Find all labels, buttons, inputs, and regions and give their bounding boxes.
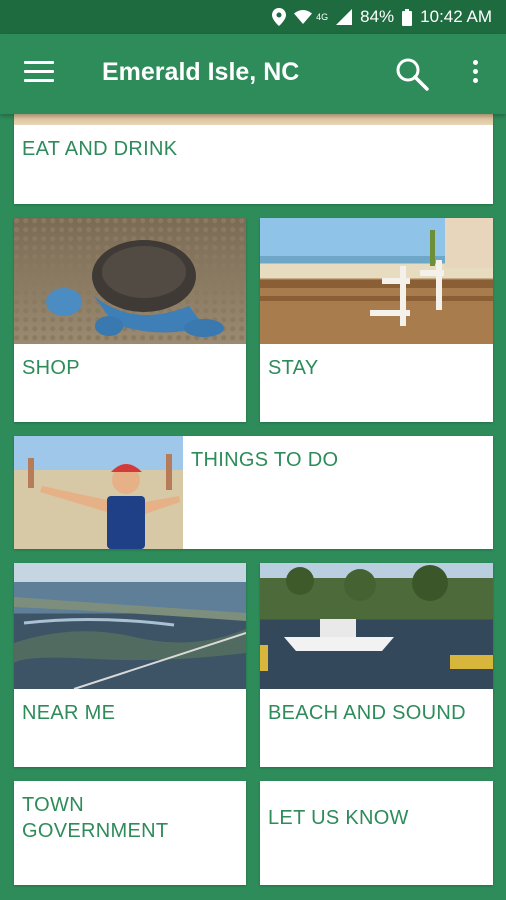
beach-deck-chairs-icon bbox=[260, 218, 493, 326]
tile-label: SHOP bbox=[22, 357, 80, 379]
tile-label: STAY bbox=[268, 357, 319, 379]
tile-image bbox=[14, 218, 246, 344]
tile-shop[interactable]: SHOP bbox=[14, 218, 246, 422]
tile-image bbox=[260, 563, 493, 689]
tile-label: BEACH AND SOUND bbox=[268, 702, 466, 724]
battery-icon bbox=[402, 8, 413, 26]
tile-stay[interactable]: STAY bbox=[260, 218, 493, 422]
tile-things-to-do[interactable]: THINGS TO DO bbox=[14, 436, 493, 549]
clock: 10:42 AM bbox=[420, 7, 492, 26]
search-icon[interactable] bbox=[394, 56, 430, 92]
status-bar: 4G 84% 10:42 AM bbox=[0, 0, 506, 34]
tile-town-government[interactable]: TOWN GOVERNMENT bbox=[14, 781, 246, 885]
menu-icon[interactable] bbox=[24, 61, 54, 85]
tile-near-me[interactable]: NEAR ME bbox=[14, 563, 246, 767]
app-bar: Emerald Isle, NC bbox=[0, 34, 506, 114]
tile-beach-and-sound[interactable]: BEACH AND SOUND bbox=[260, 563, 493, 767]
tile-label: LET US KNOW bbox=[268, 807, 409, 829]
wifi-icon bbox=[294, 10, 313, 24]
tile-label: EAT AND DRINK bbox=[22, 138, 178, 160]
tile-eat-and-drink[interactable]: EAT AND DRINK bbox=[14, 108, 493, 204]
page-title: Emerald Isle, NC bbox=[102, 58, 300, 86]
tile-image bbox=[14, 563, 246, 689]
tile-label-line1: TOWN bbox=[22, 794, 84, 816]
tile-label: NEAR ME bbox=[22, 702, 116, 724]
tile-image bbox=[14, 436, 183, 549]
more-vert-icon[interactable] bbox=[466, 60, 484, 90]
boat-on-sound-icon bbox=[260, 565, 493, 671]
signal-icon bbox=[336, 9, 353, 25]
tile-label: THINGS TO DO bbox=[191, 449, 339, 471]
child-on-beach-icon bbox=[28, 454, 180, 549]
location-icon bbox=[272, 8, 287, 26]
tile-image bbox=[260, 218, 493, 344]
turtle-sculpture-icon bbox=[46, 240, 224, 337]
network-type: 4G bbox=[316, 12, 329, 22]
aerial-island-icon bbox=[14, 597, 246, 689]
battery-percent: 84% bbox=[360, 7, 395, 26]
tile-let-us-know[interactable]: LET US KNOW bbox=[260, 781, 493, 885]
tile-label-line2: GOVERNMENT bbox=[22, 820, 169, 842]
